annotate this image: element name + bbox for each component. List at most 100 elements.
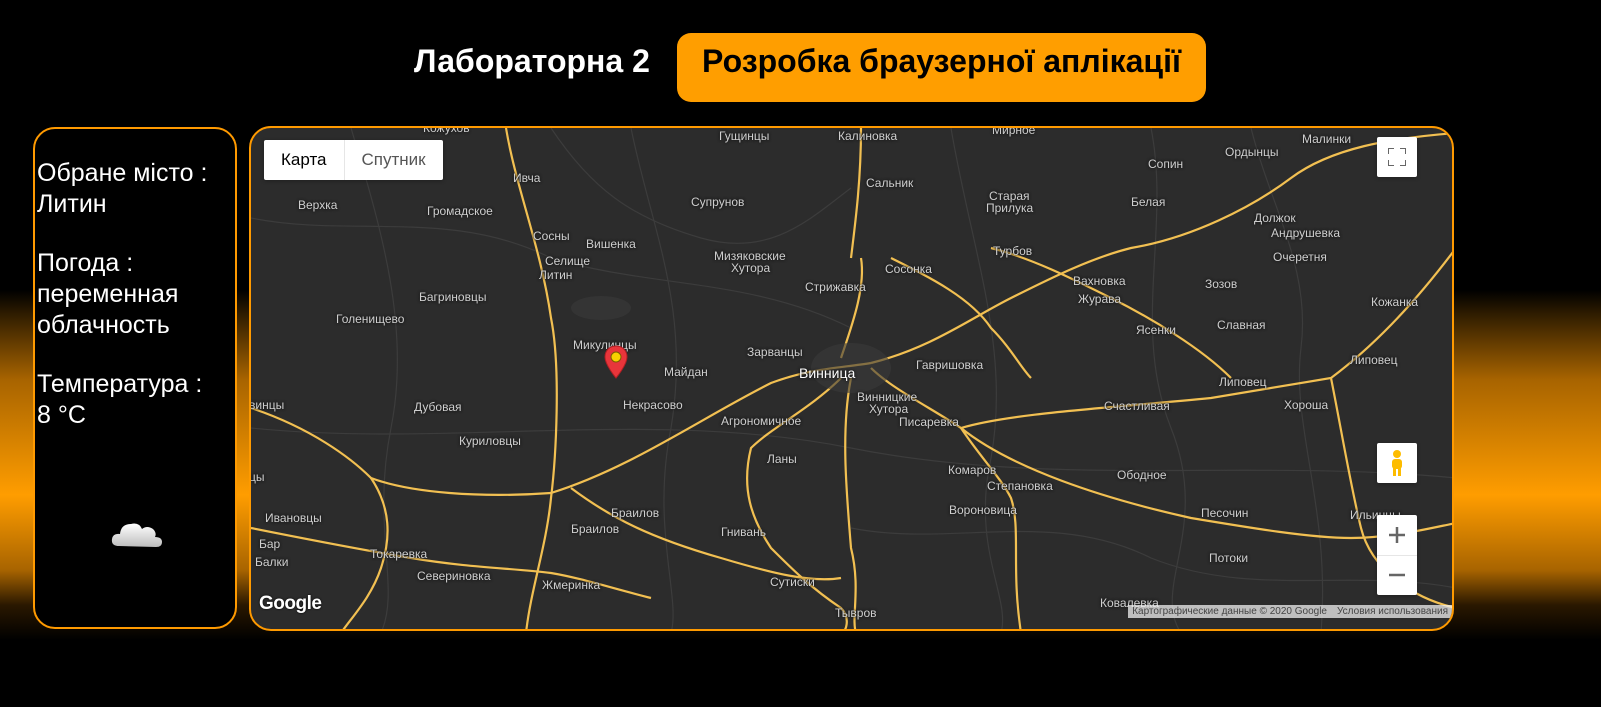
map-place-label: Литин <box>539 268 573 282</box>
map-place-label: Зарванцы <box>747 345 803 359</box>
map-place-label: Гущинцы <box>719 129 770 143</box>
map[interactable]: Кожухов Гущинцы Калиновка Мирное Малинки Сопи… <box>249 126 1454 631</box>
map-place-label: Счастливая <box>1104 399 1170 413</box>
map-place-label: Малинки <box>1302 132 1352 146</box>
fullscreen-button[interactable] <box>1377 137 1417 177</box>
location-pin-icon[interactable] <box>604 345 628 379</box>
map-place-label: Некрасово <box>623 398 683 412</box>
city-block: Обране місто : Литин <box>37 158 207 220</box>
weather-value-line1: переменная <box>37 280 179 308</box>
terms-link[interactable]: Условия использования <box>1337 606 1448 617</box>
map-place-label: Браилов <box>611 506 660 520</box>
subtitle-badge: Розробка браузерної аплікації <box>677 33 1206 102</box>
map-place-label: Песочин <box>1201 506 1249 520</box>
map-place-label: Славная <box>1217 318 1266 332</box>
map-type-control: Карта Спутник <box>264 140 443 180</box>
map-place-label: Балки <box>255 555 289 569</box>
lab-title: Лабораторна 2 <box>414 43 650 79</box>
map-place-label: Бар <box>259 537 281 551</box>
google-logo[interactable]: Google <box>259 593 322 615</box>
minus-icon <box>1389 574 1405 577</box>
cloud-icon <box>111 523 162 547</box>
map-place-label: Липовец <box>1350 353 1398 367</box>
map-place-label: Вороновица <box>949 503 1017 517</box>
map-place-label: Ланы <box>767 452 797 466</box>
weather-block: Погода : переменная облачность <box>37 248 178 341</box>
map-place-label: Браилов <box>571 522 620 536</box>
map-place-label: Тывров <box>835 606 877 620</box>
map-place-label: Очеретня <box>1273 250 1327 264</box>
zoom-in-button[interactable] <box>1377 515 1417 556</box>
map-place-label: Сосны <box>533 229 570 243</box>
map-place-label: Винница <box>799 365 856 381</box>
map-place-label: Хороша <box>1284 398 1329 412</box>
weather-info-panel: Обране місто : Литин Погода : переменная… <box>33 127 237 629</box>
map-place-label: Громадское <box>427 204 493 218</box>
map-place-label: Куриловцы <box>459 434 521 448</box>
pegman-icon <box>1392 450 1402 476</box>
map-place-label: Журава <box>1078 292 1122 306</box>
map-place-label: Стрижавка <box>805 280 866 294</box>
map-place-label: цы <box>249 470 265 484</box>
map-place-label: Севериновка <box>417 569 491 583</box>
map-place-label: Супрунов <box>691 195 745 209</box>
fullscreen-icon <box>1388 148 1406 166</box>
map-place-label: Вишенка <box>586 237 636 251</box>
map-place-label: Селище <box>545 254 591 268</box>
map-place-label: Турбов <box>993 244 1033 258</box>
temperature-block: Температура : 8 °C <box>37 369 202 431</box>
map-place-label: Хутора <box>731 261 771 275</box>
map-type-map-button[interactable]: Карта <box>264 140 345 180</box>
map-place-label: Гнивань <box>721 525 766 539</box>
map-place-label: Прилука <box>986 201 1034 215</box>
map-place-label: Кожухов <box>423 126 470 135</box>
map-place-label: Ивча <box>513 171 541 185</box>
map-place-label: Кожанка <box>1371 295 1419 309</box>
plus-icon <box>1389 526 1405 543</box>
map-place-label: Ивановцы <box>265 511 322 525</box>
map-place-label: Дубовая <box>414 400 462 414</box>
map-attribution: Картографические данные © 2020 Google Ус… <box>1128 605 1452 618</box>
map-place-label: Потоки <box>1209 551 1249 565</box>
street-view-pegman[interactable] <box>1377 443 1417 483</box>
map-place-label: Сутиски <box>770 575 815 589</box>
temperature-label: Температура : <box>37 370 203 398</box>
map-place-label: Вахновка <box>1073 274 1126 288</box>
zoom-control <box>1377 515 1417 595</box>
map-place-label: Сосонка <box>885 262 932 276</box>
map-place-label: Степановка <box>987 479 1053 493</box>
map-type-satellite-button[interactable]: Спутник <box>345 140 443 180</box>
zoom-out-button[interactable] <box>1377 556 1417 596</box>
attribution-text: Картографические данные © 2020 Google <box>1132 606 1327 617</box>
map-place-label: Сопин <box>1148 157 1184 171</box>
map-place-label: Майдан <box>664 365 708 379</box>
map-place-label: Липовец <box>1219 375 1267 389</box>
map-place-label: Ободное <box>1117 468 1167 482</box>
city-label: Обране місто : <box>37 159 208 187</box>
map-place-label: Комаров <box>948 463 997 477</box>
map-place-label: Ордынцы <box>1225 145 1279 159</box>
map-place-label: Белая <box>1131 195 1166 209</box>
map-place-label: Писаревка <box>899 415 959 429</box>
map-place-label: Калиновка <box>838 129 898 143</box>
map-place-label: Хутора <box>869 402 909 416</box>
map-place-label: Багриновцы <box>419 290 487 304</box>
map-place-label: Мирное <box>992 126 1036 137</box>
map-place-label: Гавришовка <box>916 358 984 372</box>
map-place-label: Жмеринка <box>542 578 601 592</box>
map-place-label: винцы <box>249 398 285 412</box>
temperature-value: 8 °C <box>37 401 86 429</box>
map-place-label: Андрушевка <box>1271 226 1341 240</box>
weather-value-line2: облачность <box>37 311 170 339</box>
map-place-label: Должок <box>1254 211 1296 225</box>
map-place-label: Ясенки <box>1136 323 1176 337</box>
weather-label: Погода : <box>37 249 134 277</box>
map-place-label: Зозов <box>1205 277 1238 291</box>
map-place-label: Сальник <box>866 176 914 190</box>
map-place-label: Агрономичное <box>721 414 802 428</box>
header: Лабораторна 2 Розробка браузерної апліка… <box>0 33 1601 103</box>
map-place-label: Токаревка <box>370 547 428 561</box>
map-place-label: Голенищево <box>336 312 405 326</box>
map-place-label: Верхка <box>298 198 338 212</box>
city-value: Литин <box>37 190 107 218</box>
